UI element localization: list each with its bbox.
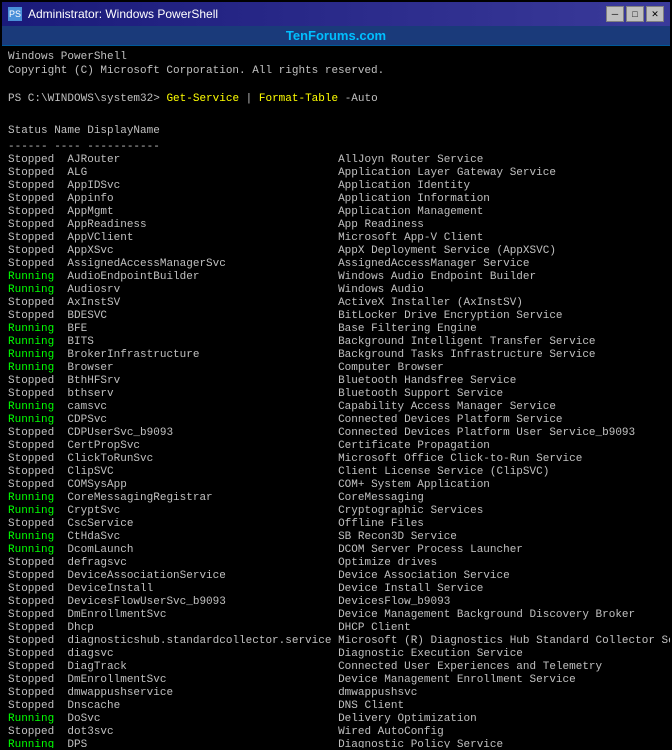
table-row: Running DcomLaunch DCOM Server Process L… bbox=[8, 544, 664, 557]
table-row: Stopped bthserv Bluetooth Support Servic… bbox=[8, 388, 664, 401]
table-row: Running camsvc Capability Access Manager… bbox=[8, 401, 664, 414]
window-title: Administrator: Windows PowerShell bbox=[28, 7, 218, 21]
table-row: Running Browser Computer Browser bbox=[8, 362, 664, 375]
table-row: Stopped AppReadiness App Readiness bbox=[8, 219, 664, 232]
table-row: Running BITS Background Intelligent Tran… bbox=[8, 336, 664, 349]
table-row: Running DPS Diagnostic Policy Service bbox=[8, 739, 664, 748]
table-row: Stopped DeviceInstall Device Install Ser… bbox=[8, 583, 664, 596]
table-row: Stopped ALG Application Layer Gateway Se… bbox=[8, 167, 664, 180]
table-row: Stopped BthHFSrv Bluetooth Handsfree Ser… bbox=[8, 375, 664, 388]
table-row: Running CryptSvc Cryptographic Services bbox=[8, 505, 664, 518]
title-bar: PS Administrator: Windows PowerShell ─ □… bbox=[2, 2, 670, 26]
console-header-3 bbox=[8, 78, 664, 92]
table-row: Stopped AppXSvc AppX Deployment Service … bbox=[8, 245, 664, 258]
table-row: Running CDPSvc Connected Devices Platfor… bbox=[8, 414, 664, 427]
table-row: Stopped ClickToRunSvc Microsoft Office C… bbox=[8, 453, 664, 466]
table-row: Stopped AppIDSvc Application Identity bbox=[8, 180, 664, 193]
table-row: Stopped BDESVC BitLocker Drive Encryptio… bbox=[8, 310, 664, 323]
window: PS Administrator: Windows PowerShell ─ □… bbox=[0, 0, 672, 750]
powershell-icon: PS bbox=[8, 7, 22, 21]
table-row: Stopped AppMgmt Application Management bbox=[8, 206, 664, 219]
table-row: Stopped AssignedAccessManagerSvc Assigne… bbox=[8, 258, 664, 271]
table-row: Running CtHdaSvc SB Recon3D Service bbox=[8, 531, 664, 544]
table-header bbox=[8, 108, 664, 122]
table-row: Stopped defragsvc Optimize drives bbox=[8, 557, 664, 570]
table-row: Stopped AJRouter AllJoyn Router Service bbox=[8, 154, 664, 167]
table-row: Stopped CertPropSvc Certificate Propagat… bbox=[8, 440, 664, 453]
table-row: Stopped Appinfo Application Information bbox=[8, 193, 664, 206]
table-row: Stopped CscService Offline Files bbox=[8, 518, 664, 531]
table-row: Stopped DevicesFlowUserSvc_b9093 Devices… bbox=[8, 596, 664, 609]
close-button[interactable]: ✕ bbox=[646, 6, 664, 22]
table-row: Stopped AppVClient Microsoft App-V Clien… bbox=[8, 232, 664, 245]
console-cmd: PS C:\WINDOWS\system32> Get-Service | Fo… bbox=[8, 92, 664, 106]
console-header-1: Windows PowerShell bbox=[8, 50, 664, 64]
window-controls: ─ □ ✕ bbox=[606, 6, 664, 22]
table-row: Running BrokerInfrastructure Background … bbox=[8, 349, 664, 362]
table-row: Stopped AxInstSV ActiveX Installer (AxIn… bbox=[8, 297, 664, 310]
table-row: Stopped DmEnrollmentSvc Device Managemen… bbox=[8, 674, 664, 687]
watermark-bar: TenForums.com bbox=[2, 26, 670, 46]
table-row: Stopped COMSysApp COM+ System Applicatio… bbox=[8, 479, 664, 492]
table-row: Stopped diagnosticshub.standardcollector… bbox=[8, 635, 664, 648]
table-row: Stopped ClipSVC Client License Service (… bbox=[8, 466, 664, 479]
table-row: Running CoreMessagingRegistrar CoreMessa… bbox=[8, 492, 664, 505]
table-row: Stopped DeviceAssociationService Device … bbox=[8, 570, 664, 583]
minimize-button[interactable]: ─ bbox=[606, 6, 624, 22]
table-row: Running DoSvc Delivery Optimization bbox=[8, 713, 664, 726]
table-row: Stopped DiagTrack Connected User Experie… bbox=[8, 661, 664, 674]
table-row: Stopped dot3svc Wired AutoConfig bbox=[8, 726, 664, 739]
console-header-2: Copyright (C) Microsoft Corporation. All… bbox=[8, 64, 664, 78]
table-row: Stopped diagsvc Diagnostic Execution Ser… bbox=[8, 648, 664, 661]
table-row: Running AudioEndpointBuilder Windows Aud… bbox=[8, 271, 664, 284]
console-area[interactable]: Windows PowerShell Copyright (C) Microso… bbox=[2, 46, 670, 748]
table-row: Stopped Dnscache DNS Client bbox=[8, 700, 664, 713]
table-row: Running Audiosrv Windows Audio bbox=[8, 284, 664, 297]
table-row: Running BFE Base Filtering Engine bbox=[8, 323, 664, 336]
table-header-sep: ------ ---- ----------- bbox=[8, 140, 664, 154]
table-row: Stopped Dhcp DHCP Client bbox=[8, 622, 664, 635]
service-rows: Stopped AJRouter AllJoyn Router ServiceS… bbox=[8, 154, 664, 748]
table-row: Stopped CDPUserSvc_b9093 Connected Devic… bbox=[8, 427, 664, 440]
table-header-cols: Status Name DisplayName bbox=[8, 124, 664, 138]
maximize-button[interactable]: □ bbox=[626, 6, 644, 22]
title-bar-left: PS Administrator: Windows PowerShell bbox=[8, 7, 218, 21]
table-row: Stopped dmwappushservice dmwappushsvc bbox=[8, 687, 664, 700]
table-row: Stopped DmEnrollmentSvc Device Managemen… bbox=[8, 609, 664, 622]
watermark-text: TenForums.com bbox=[286, 28, 386, 43]
